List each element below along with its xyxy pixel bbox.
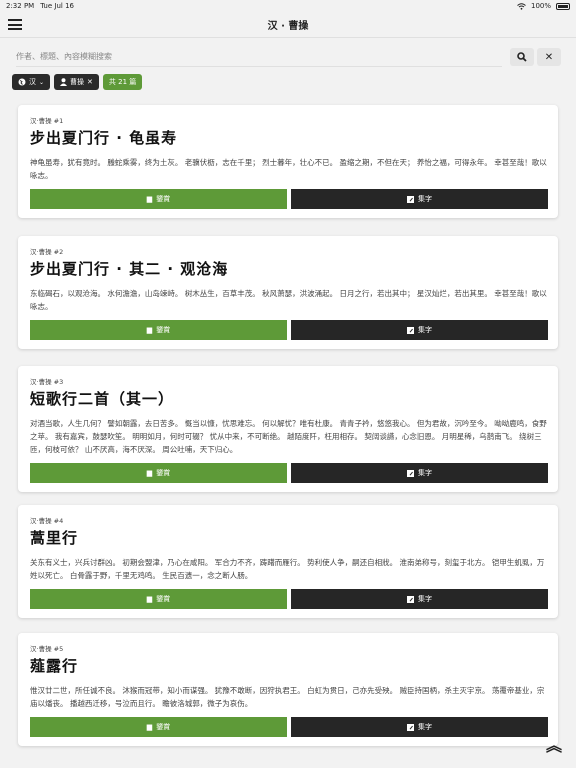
poem-title[interactable]: 步出夏门行 · 其二 · 观沧海 [30,258,548,279]
chevron-down-icon: ⌄ [39,78,45,86]
battery-percent: 100% [530,2,551,10]
poem-excerpt: 东临碣石，以观沧海。 水何澹澹，山岛竦峙。 树木丛生，百草丰茂。 秋风萧瑟，洪波… [30,289,547,311]
dynasty-filter-label: 汉 [29,78,36,86]
collect-label: 集字 [418,595,432,603]
search-button[interactable] [510,48,534,66]
result-count: 共 21 篇 [108,78,137,86]
poem-dynasty: 汉·曹操 #5 [30,645,64,653]
edit-icon [407,195,414,203]
poem-dynasty: 汉·曹操 #3 [30,378,64,386]
author-filter-label: 曹操 [70,78,85,86]
page-title: 汉 · 曹操 [267,21,309,32]
close-icon: ✕ [544,51,554,63]
close-icon[interactable]: ✕ [87,78,93,86]
collect-button[interactable]: 集字 [291,589,548,609]
book-icon: ▆ [146,595,153,603]
poem-title[interactable]: 短歌行二首（其一） [30,388,548,409]
poem-excerpt: 神龟虽寿，犹有竟时。 螣蛇乘雾，终为土灰。 老骥伏枥，志在千里； 烈士暮年，壮心… [30,158,547,180]
appreciate-label: 鑒賞 [156,326,171,334]
search-input[interactable] [16,47,502,67]
book-icon: ▆ [146,326,153,334]
filter-bar: 汉 ⌄ 曹操 ✕ 共 21 篇 [12,74,143,90]
collect-label: 集字 [418,195,432,203]
battery-icon [556,2,570,10]
collect-button[interactable]: 集字 [291,463,548,483]
collect-button[interactable]: 集字 [291,189,548,209]
search-bar: ✕ [0,44,576,70]
user-icon [60,78,68,86]
status-date: Tue Jul 16 [40,2,74,10]
appreciate-label: 鑒賞 [156,595,171,603]
collect-button[interactable]: 集字 [291,717,548,737]
status-bar: 2:32 PM Tue Jul 16 100% [0,0,576,12]
edit-icon [407,469,414,477]
status-time: 2:32 PM [6,2,35,10]
appreciate-button[interactable]: ▆ 鑒賞 [30,717,287,737]
clear-search-button[interactable]: ✕ [537,48,561,66]
poem-excerpt: 对酒当歌，人生几何？ 譬如朝露，去日苦多。 慨当以慷，忧思难忘。 何以解忧？唯有… [30,419,547,454]
hamburger-icon[interactable] [8,19,22,30]
appreciate-button[interactable]: ▆ 鑒賞 [30,189,287,209]
edit-icon [407,326,414,334]
edit-icon [407,595,414,603]
collect-label: 集字 [418,326,432,334]
appreciate-label: 鑒賞 [156,469,171,477]
appreciate-button[interactable]: ▆ 鑒賞 [30,463,287,483]
appreciate-button[interactable]: ▆ 鑒賞 [30,320,287,340]
search-icon [517,52,527,62]
poem-card: 汉·曹操 #2 步出夏门行 · 其二 · 观沧海 东临碣石，以观沧海。 水何澹澹… [18,236,558,349]
poem-dynasty: 汉·曹操 #1 [30,117,64,125]
collect-label: 集字 [418,469,432,477]
appreciate-label: 鑒賞 [156,723,171,731]
appreciate-label: 鑒賞 [156,195,171,203]
book-icon: ▆ [146,723,153,731]
poem-card: 汉·曹操 #5 薤露行 惟汉廿二世，所任诚不良。 沐猴而冠带，知小而谋强。 犹豫… [18,633,558,746]
poem-dynasty: 汉·曹操 #2 [30,248,64,256]
poem-title[interactable]: 薤露行 [30,655,548,676]
poem-card: 汉·曹操 #4 蒿里行 关东有义士，兴兵讨群凶。 初期会盟津，乃心在咸阳。 军合… [18,505,558,618]
edit-icon [407,723,414,731]
poem-dynasty: 汉·曹操 #4 [30,517,64,525]
poem-card: 汉·曹操 #1 步出夏门行 · 龟虽寿 神龟虽寿，犹有竟时。 螣蛇乘雾，终为土灰… [18,105,558,218]
result-count-badge: 共 21 篇 [102,74,143,90]
poem-excerpt: 关东有义士，兴兵讨群凶。 初期会盟津，乃心在咸阳。 军合力不齐，踌躇而雁行。 势… [30,558,545,580]
collect-button[interactable]: 集字 [291,320,548,340]
dynasty-filter[interactable]: 汉 ⌄ [12,74,51,90]
poem-excerpt: 惟汉廿二世，所任诚不良。 沐猴而冠带，知小而谋强。 犹豫不敢断，因狩执君王。 白… [30,686,545,708]
double-chevron-up-icon: ︽ [545,736,562,755]
author-filter[interactable]: 曹操 ✕ [54,74,99,90]
nav-bar: 汉 · 曹操 [0,12,576,38]
wifi-icon [517,2,526,10]
book-icon: ▆ [146,195,153,203]
scroll-top-button[interactable]: ︽ [544,736,564,756]
collect-label: 集字 [418,723,432,731]
book-icon: ▆ [146,469,153,477]
poem-title[interactable]: 蒿里行 [30,527,548,548]
poem-card: 汉·曹操 #3 短歌行二首（其一） 对酒当歌，人生几何？ 譬如朝露，去日苦多。 … [18,366,558,492]
appreciate-button[interactable]: ▆ 鑒賞 [30,589,287,609]
poem-title[interactable]: 步出夏门行 · 龟虽寿 [30,127,548,148]
globe-icon [18,78,26,86]
